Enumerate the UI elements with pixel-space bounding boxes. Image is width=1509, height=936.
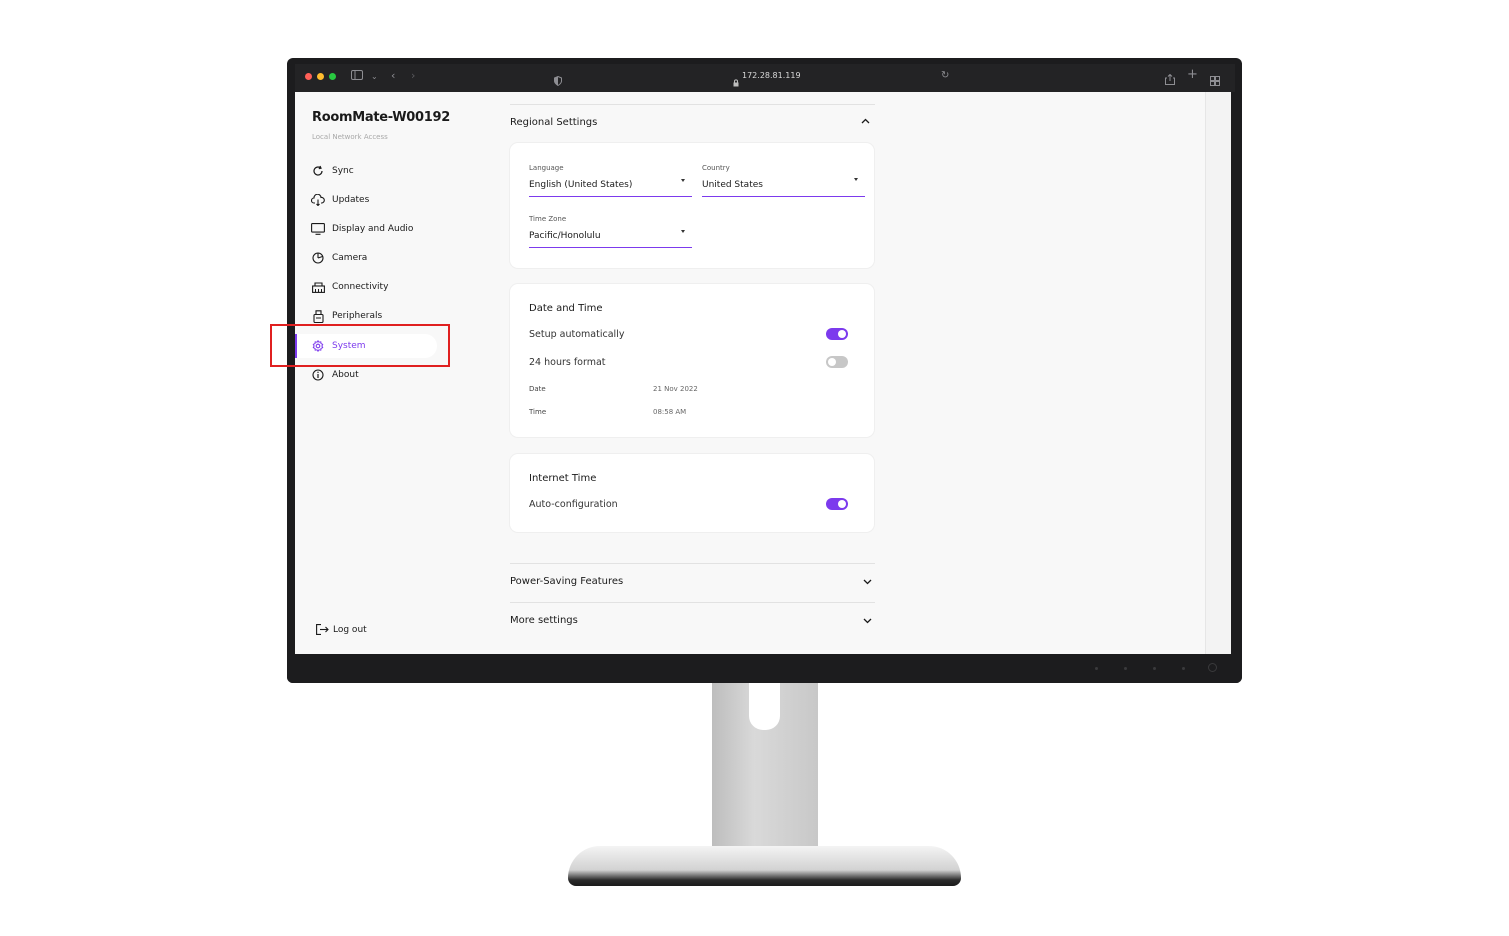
- sidebar-item-camera[interactable]: Camera: [295, 246, 437, 270]
- time-label: Time: [529, 408, 547, 416]
- divider: [510, 104, 875, 105]
- date-label: Date: [529, 385, 546, 393]
- highlight-box: [270, 324, 450, 367]
- chevron-down-icon[interactable]: [863, 578, 872, 588]
- country-select[interactable]: United States: [702, 178, 865, 199]
- field-underline: [529, 196, 692, 197]
- timezone-value: Pacific/Honolulu: [529, 231, 601, 241]
- time-value: 08:58 AM: [653, 408, 687, 416]
- setup-auto-label: Setup automatically: [529, 329, 625, 340]
- sidebar-item-sync[interactable]: Sync: [295, 159, 437, 183]
- monitor-base: [568, 846, 961, 886]
- logout-label: Log out: [333, 624, 367, 635]
- setup-auto-toggle[interactable]: [826, 328, 848, 340]
- field-underline: [529, 247, 692, 248]
- sidebar-item-display-audio[interactable]: Display and Audio: [295, 217, 437, 241]
- address-bar[interactable]: 172.28.81.119: [742, 71, 801, 80]
- sidebar-item-label: Peripherals: [332, 311, 383, 321]
- dropdown-caret-icon: [681, 179, 685, 182]
- language-select[interactable]: English (United States): [529, 179, 692, 199]
- divider: [510, 602, 875, 603]
- sidebar-item-label: Camera: [332, 253, 368, 263]
- sidebar-toggle-icon[interactable]: [351, 70, 363, 83]
- network-icon: [311, 280, 325, 294]
- field-underline: [702, 196, 865, 197]
- sidebar-item-connectivity[interactable]: Connectivity: [295, 275, 437, 299]
- more-settings-header[interactable]: More settings: [510, 615, 578, 626]
- maximize-window-button[interactable]: [329, 73, 336, 80]
- stand-cable-slot: [749, 683, 780, 730]
- info-icon: [311, 368, 325, 382]
- timezone-select[interactable]: Pacific/Honolulu: [529, 230, 692, 250]
- date-time-title: Date and Time: [529, 303, 603, 314]
- sync-icon: [311, 164, 325, 178]
- chevron-up-icon[interactable]: [861, 117, 870, 127]
- lock-icon: [733, 72, 739, 91]
- monitor-bezel: [287, 654, 1242, 683]
- power-icon: [1208, 663, 1217, 672]
- chevron-down-icon[interactable]: ⌄: [371, 71, 378, 83]
- back-icon[interactable]: ‹: [391, 70, 395, 82]
- dropdown-caret-icon: [854, 178, 858, 181]
- bezel-button: [1153, 667, 1156, 670]
- dropdown-caret-icon: [681, 230, 685, 233]
- minimize-window-button[interactable]: [317, 73, 324, 80]
- logout-button[interactable]: Log out: [316, 620, 367, 639]
- right-panel: [1205, 92, 1231, 654]
- internet-time-card: Internet Time Auto-configuration: [510, 454, 874, 532]
- auto-config-toggle[interactable]: [826, 498, 848, 510]
- peripheral-icon: [311, 309, 325, 323]
- sidebar-item-label: Connectivity: [332, 282, 389, 292]
- date-time-card: Date and Time Setup automatically 24 hou…: [510, 284, 874, 437]
- format24-label: 24 hours format: [529, 357, 606, 368]
- close-window-button[interactable]: [305, 73, 312, 80]
- bezel-button: [1182, 667, 1185, 670]
- logout-icon: [316, 620, 329, 639]
- format24-toggle[interactable]: [826, 356, 848, 368]
- power-saving-header[interactable]: Power-Saving Features: [510, 576, 623, 587]
- privacy-shield-icon[interactable]: [554, 71, 562, 90]
- device-name: RoomMate-W00192: [312, 110, 451, 125]
- reload-icon[interactable]: ↻: [941, 70, 949, 82]
- internet-time-title: Internet Time: [529, 473, 597, 484]
- cloud-update-icon: [311, 193, 325, 207]
- share-icon[interactable]: [1165, 70, 1175, 89]
- sidebar-item-label: Sync: [332, 166, 354, 176]
- monitor-icon: [311, 222, 325, 236]
- date-value: 21 Nov 2022: [653, 385, 698, 393]
- divider: [510, 563, 875, 564]
- timezone-label: Time Zone: [529, 215, 567, 223]
- sidebar-item-label: Display and Audio: [332, 224, 414, 234]
- country-label: Country: [702, 164, 730, 172]
- regional-settings-header[interactable]: Regional Settings: [510, 117, 597, 128]
- forward-icon[interactable]: ›: [411, 70, 415, 82]
- camera-icon: [311, 251, 325, 265]
- sidebar-item-label: About: [332, 370, 359, 380]
- regional-settings-card: Language English (United States) Country…: [510, 143, 874, 268]
- chevron-down-icon[interactable]: [863, 617, 872, 627]
- device-subtitle: Local Network Access: [312, 133, 388, 141]
- bezel-button: [1095, 667, 1098, 670]
- language-label: Language: [529, 164, 564, 172]
- sidebar-item-updates[interactable]: Updates: [295, 188, 437, 212]
- bezel-button: [1124, 667, 1127, 670]
- language-value: English (United States): [529, 180, 633, 190]
- country-value: United States: [702, 180, 763, 190]
- auto-config-label: Auto-configuration: [529, 499, 618, 510]
- web-app-screen: RoomMate-W00192 Local Network Access Syn…: [295, 92, 1231, 654]
- sidebar-item-label: Updates: [332, 195, 370, 205]
- new-tab-icon[interactable]: +: [1187, 68, 1198, 81]
- sidebar: RoomMate-W00192 Local Network Access Syn…: [295, 92, 455, 654]
- tab-overview-icon[interactable]: [1210, 71, 1220, 90]
